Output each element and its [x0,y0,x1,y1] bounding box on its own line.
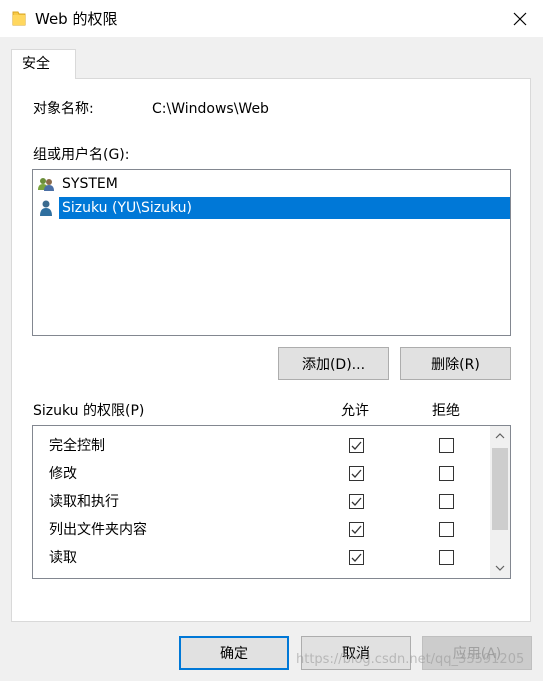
scroll-thumb[interactable] [492,448,508,530]
chevron-down-icon [495,565,505,571]
scroll-down-button[interactable] [490,558,510,578]
checkmark-icon [351,553,362,562]
chevron-up-icon [495,433,505,439]
checkmark-icon [351,497,362,506]
table-row: 完全控制 [33,432,491,460]
apply-button[interactable]: 应用(A) [422,636,532,670]
allow-header: 允许 [341,403,369,419]
list-item[interactable]: Sizuku (YU\Sizuku) [37,197,510,219]
allow-checkbox[interactable] [349,578,364,579]
table-row: 列出文件夹内容 [33,516,491,544]
allow-checkbox[interactable] [349,438,364,453]
deny-checkbox[interactable] [439,550,454,565]
group-users-icon [38,178,54,191]
permission-name: 读取 [49,550,77,566]
close-icon [513,12,527,26]
deny-header: 拒绝 [432,403,460,419]
vertical-scrollbar[interactable] [490,426,510,578]
object-name-label: 对象名称: [33,101,94,117]
deny-checkbox[interactable] [439,522,454,537]
table-row [33,572,491,579]
window-title: Web 的权限 [35,10,118,28]
permissions-list: 完全控制 修改 读取和执行 列出文件夹内容 读取 [32,425,511,579]
ok-button[interactable]: 确定 [179,636,289,670]
remove-button[interactable]: 删除(R) [400,347,511,380]
cancel-button[interactable]: 取消 [301,636,411,670]
scroll-up-button[interactable] [490,426,510,446]
user-name: SYSTEM [62,176,118,192]
checkmark-icon [351,469,362,478]
checkmark-icon [351,441,362,450]
deny-checkbox[interactable] [439,438,454,453]
title-bar: Web 的权限 [0,0,543,38]
table-row: 修改 [33,460,491,488]
groups-label: 组或用户名(G): [33,147,130,163]
deny-checkbox[interactable] [439,494,454,509]
object-name-value: C:\Windows\Web [152,101,269,117]
user-name: Sizuku (YU\Sizuku) [59,197,510,219]
permission-name: 列出文件夹内容 [49,522,147,538]
permission-name: 读取和执行 [49,494,119,510]
folder-icon [12,11,26,26]
allow-checkbox[interactable] [349,466,364,481]
table-row: 读取和执行 [33,488,491,516]
permission-name: 修改 [49,466,77,482]
user-icon [40,200,52,216]
permissions-label: Sizuku 的权限(P) [33,403,145,419]
allow-checkbox[interactable] [349,494,364,509]
checkmark-icon [351,525,362,534]
group-user-list[interactable]: SYSTEM Sizuku (YU\Sizuku) [32,169,511,336]
allow-checkbox[interactable] [349,550,364,565]
deny-checkbox[interactable] [439,466,454,481]
table-row: 读取 [33,544,491,572]
deny-checkbox[interactable] [439,578,454,579]
list-item[interactable]: SYSTEM [37,173,121,195]
add-button[interactable]: 添加(D)... [278,347,389,380]
allow-checkbox[interactable] [349,522,364,537]
close-button[interactable] [497,0,543,38]
tab-security[interactable]: 安全 [11,49,76,79]
permission-name: 完全控制 [49,438,105,454]
